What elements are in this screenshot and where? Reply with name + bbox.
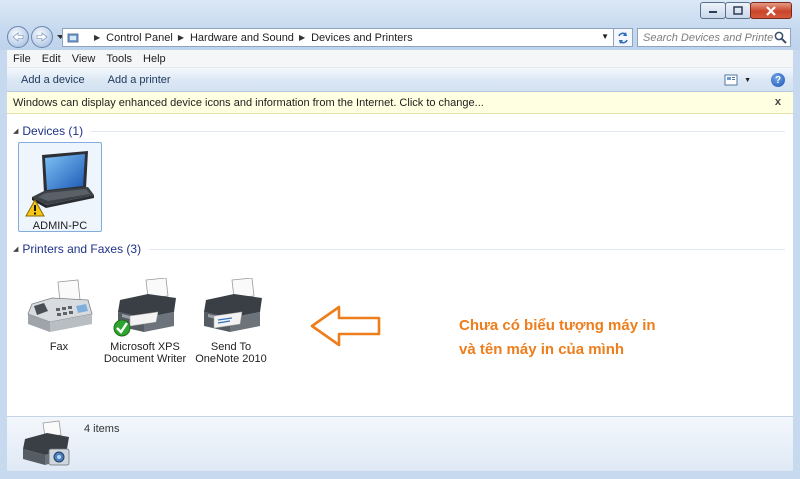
search-box[interactable] xyxy=(637,28,791,47)
breadcrumb-devices-and-printers[interactable]: Devices and Printers xyxy=(311,32,413,44)
help-button[interactable]: ? xyxy=(771,73,785,87)
breadcrumb-hardware-and-sound[interactable]: Hardware and Sound xyxy=(190,32,294,44)
device-admin-pc[interactable]: ADMIN-PC xyxy=(18,142,102,232)
view-options-icon xyxy=(724,74,738,86)
devices-and-printers-icon xyxy=(23,420,70,466)
printer-label-line1: Send To xyxy=(210,341,252,353)
devices-content-pane: ◢ Devices (1) ADMIN-PC ◢ Printers and Fa… xyxy=(7,114,793,416)
maximize-button[interactable] xyxy=(725,2,751,19)
menu-edit[interactable]: Edit xyxy=(42,53,61,65)
minimize-icon xyxy=(709,10,717,13)
chevron-down-icon: ▼ xyxy=(744,76,751,84)
group-divider xyxy=(91,130,785,132)
printer-label-line1: Fax xyxy=(49,341,69,353)
window-border-left xyxy=(0,50,7,471)
address-bar[interactable]: ▶ Control Panel ▶ Hardware and Sound ▶ D… xyxy=(62,28,614,47)
window-border-right xyxy=(793,50,800,471)
printers-group-title: Printers and Faxes (3) xyxy=(22,242,142,256)
command-bar: Add a device Add a printer ▼ ? xyxy=(7,68,793,92)
back-button[interactable] xyxy=(7,26,29,48)
collapse-triangle-icon[interactable]: ◢ xyxy=(13,127,18,135)
window-border-bottom xyxy=(0,471,800,479)
window-frame: ▶ Control Panel ▶ Hardware and Sound ▶ D… xyxy=(0,0,800,50)
fax-icon xyxy=(27,279,93,332)
printer-send-to-onenote-2010[interactable]: Send To OneNote 2010 xyxy=(189,277,273,365)
breadcrumb-separator-icon: ▶ xyxy=(298,33,306,42)
laptop-warning-icon xyxy=(25,151,94,217)
menu-bar: File Edit View Tools Help xyxy=(7,50,793,68)
printer-default-icon xyxy=(113,277,176,337)
menu-help[interactable]: Help xyxy=(143,53,166,65)
information-bar[interactable]: Windows can display enhanced device icon… xyxy=(7,92,793,114)
navigation-buttons xyxy=(7,26,65,48)
printers-group-header[interactable]: ◢ Printers and Faxes (3) xyxy=(13,242,785,256)
printer-fax[interactable]: Fax xyxy=(17,278,101,353)
back-arrow-icon xyxy=(12,32,24,42)
close-icon xyxy=(766,5,776,16)
change-view-button[interactable]: ▼ xyxy=(724,74,751,86)
printer-icon xyxy=(204,277,262,332)
annotation-arrow-icon xyxy=(310,305,381,347)
printer-label-line2: Document Writer xyxy=(103,353,187,365)
forward-arrow-icon xyxy=(36,32,48,42)
breadcrumb-control-panel[interactable]: Control Panel xyxy=(106,32,173,44)
refresh-icon xyxy=(618,31,628,44)
information-bar-text[interactable]: Windows can display enhanced device icon… xyxy=(13,97,484,109)
breadcrumb-separator-icon: ▶ xyxy=(177,33,184,42)
search-input[interactable] xyxy=(643,31,773,44)
add-printer-button[interactable]: Add a printer xyxy=(108,74,171,86)
refresh-button[interactable] xyxy=(613,28,633,47)
printer-microsoft-xps-document-writer[interactable]: Microsoft XPS Document Writer xyxy=(103,277,187,365)
printer-label-line2: OneNote 2010 xyxy=(195,353,267,365)
annotation-text: Chưa có biểu tượng máy in và tên máy in … xyxy=(459,314,656,362)
group-divider xyxy=(149,248,785,250)
search-icon[interactable] xyxy=(774,31,787,44)
devices-group-title: Devices (1) xyxy=(22,124,84,138)
close-button[interactable] xyxy=(750,2,792,19)
minimize-button[interactable] xyxy=(700,2,726,19)
information-bar-close-icon[interactable]: x xyxy=(775,96,781,108)
breadcrumb-separator-icon: ▶ xyxy=(94,33,101,42)
menu-tools[interactable]: Tools xyxy=(106,53,132,65)
command-bar-right: ▼ ? xyxy=(724,68,793,92)
collapse-triangle-icon[interactable]: ◢ xyxy=(13,245,18,253)
details-pane: 4 items xyxy=(7,416,793,471)
printer-label-line1: Microsoft XPS xyxy=(110,341,180,353)
forward-button[interactable] xyxy=(31,26,53,48)
device-label: ADMIN-PC xyxy=(32,220,88,232)
address-dropdown-icon[interactable]: ▼ xyxy=(601,32,609,41)
window-controls xyxy=(700,2,792,19)
item-count: 4 items xyxy=(84,423,120,435)
annotation-line-1: Chưa có biểu tượng máy in xyxy=(459,317,656,334)
menu-view[interactable]: View xyxy=(72,53,96,65)
menu-file[interactable]: File xyxy=(13,53,31,65)
maximize-icon xyxy=(733,6,743,15)
control-panel-icon xyxy=(67,33,79,42)
devices-group-header[interactable]: ◢ Devices (1) xyxy=(13,124,785,138)
add-device-button[interactable]: Add a device xyxy=(21,74,85,86)
annotation-line-2: và tên máy in của mình xyxy=(459,341,625,358)
